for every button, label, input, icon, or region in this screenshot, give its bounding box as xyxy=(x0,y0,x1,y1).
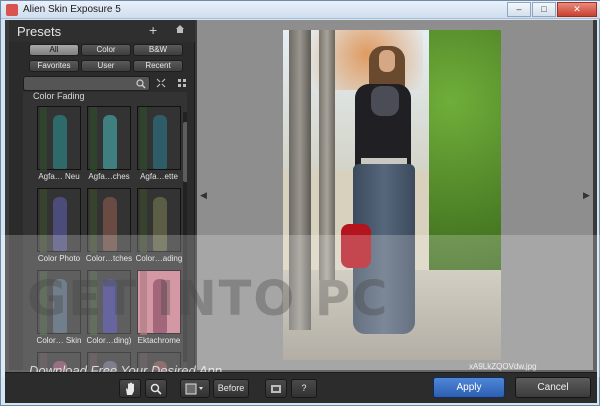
preset-thumbnail[interactable] xyxy=(37,270,81,335)
preset-label: Color… Skin xyxy=(36,336,82,345)
preset-thumbnail[interactable] xyxy=(137,270,181,335)
filter-color[interactable]: Color xyxy=(81,44,131,56)
maximize-button[interactable]: □ xyxy=(532,2,556,17)
photo-face xyxy=(379,50,395,72)
preset-label: Color…ading xyxy=(135,254,183,263)
filter-all[interactable]: All xyxy=(29,44,79,56)
collapse-groups-icon[interactable] xyxy=(156,78,166,88)
presets-title: Presets xyxy=(17,24,62,39)
title-bar: Alien Skin Exposure 5 – □ ✕ xyxy=(1,1,600,19)
presets-scrollbar[interactable] xyxy=(183,112,187,362)
before-button[interactable]: Before xyxy=(213,379,249,398)
right-panel-toggle-icon[interactable]: ▶ xyxy=(583,190,590,201)
scrollbar-thumb[interactable] xyxy=(183,122,187,182)
photo-tree xyxy=(319,30,335,280)
compare-view-icon[interactable] xyxy=(180,379,210,398)
filter-user[interactable]: User xyxy=(81,60,131,72)
preset-thumbnail[interactable] xyxy=(37,188,81,253)
preset-thumbnail[interactable] xyxy=(137,106,181,171)
help-button[interactable]: ? xyxy=(291,379,317,398)
filter-recent[interactable]: Recent xyxy=(133,60,183,72)
preset-label: Agfa… Neu xyxy=(38,172,80,181)
preset-thumbnail[interactable] xyxy=(87,188,131,253)
home-icon[interactable] xyxy=(175,24,185,34)
apply-button[interactable]: Apply xyxy=(433,377,505,398)
filter-favorites[interactable]: Favorites xyxy=(29,60,79,72)
preset-thumbnail[interactable] xyxy=(137,188,181,253)
preset-thumbnails-area: Color Fading Agfa… Neu Agfa…ches Agfa…et… xyxy=(23,92,187,370)
close-button[interactable]: ✕ xyxy=(557,2,597,17)
preset-label: Color…tches xyxy=(85,254,133,263)
bottom-toolbar: Before ? Apply Cancel xyxy=(5,372,597,403)
app-window: Alien Skin Exposure 5 – □ ✕ Presets + Al… xyxy=(0,0,600,406)
presets-panel: Presets + All Color B&W Favorites User R… xyxy=(9,20,195,370)
photo-bag xyxy=(341,224,371,268)
preset-thumbnail[interactable] xyxy=(137,352,181,370)
preset-label: Agfa…ette xyxy=(140,172,178,181)
window-title: Alien Skin Exposure 5 xyxy=(23,4,121,15)
preset-label: Color Photo xyxy=(37,254,81,263)
hand-tool-icon[interactable] xyxy=(119,379,141,398)
preset-thumbnail[interactable] xyxy=(37,352,81,370)
preset-search xyxy=(23,76,150,91)
preview-photo[interactable] xyxy=(283,30,501,360)
left-panel-toggle-icon[interactable]: ◀ xyxy=(200,190,207,201)
preset-thumbnail[interactable] xyxy=(37,106,81,171)
grid-view-icon[interactable] xyxy=(177,78,187,88)
preset-search-input[interactable] xyxy=(24,77,132,90)
image-viewer: ◀ ▶ xA9LkZQOVdw.jpg xyxy=(197,20,593,371)
search-icon[interactable] xyxy=(136,79,146,89)
app-body: Presets + All Color B&W Favorites User R… xyxy=(5,20,597,403)
filter-bw[interactable]: B&W xyxy=(133,44,183,56)
preset-thumbnail[interactable] xyxy=(87,352,131,370)
photo-tree xyxy=(289,30,311,330)
minimize-button[interactable]: – xyxy=(507,2,531,17)
zoom-tool-icon[interactable] xyxy=(145,379,167,398)
cancel-button[interactable]: Cancel xyxy=(515,377,591,398)
preset-thumbnail[interactable] xyxy=(87,106,131,171)
display-options-icon[interactable] xyxy=(265,379,287,398)
presets-header: Presets + xyxy=(9,20,195,42)
preset-thumbnail[interactable] xyxy=(87,270,131,335)
app-icon xyxy=(6,4,18,16)
preset-label: Agfa…ches xyxy=(88,172,130,181)
photo-scarf xyxy=(371,86,399,116)
add-preset-button[interactable]: + xyxy=(149,22,157,38)
preset-label: Color…ding) xyxy=(86,336,132,345)
image-filename: xA9LkZQOVdw.jpg xyxy=(469,362,537,371)
window-controls: – □ ✕ xyxy=(507,2,597,18)
preset-label: Ektachrome xyxy=(137,336,181,345)
photo-hedge xyxy=(429,30,501,270)
preset-group-label: Color Fading xyxy=(33,92,85,101)
